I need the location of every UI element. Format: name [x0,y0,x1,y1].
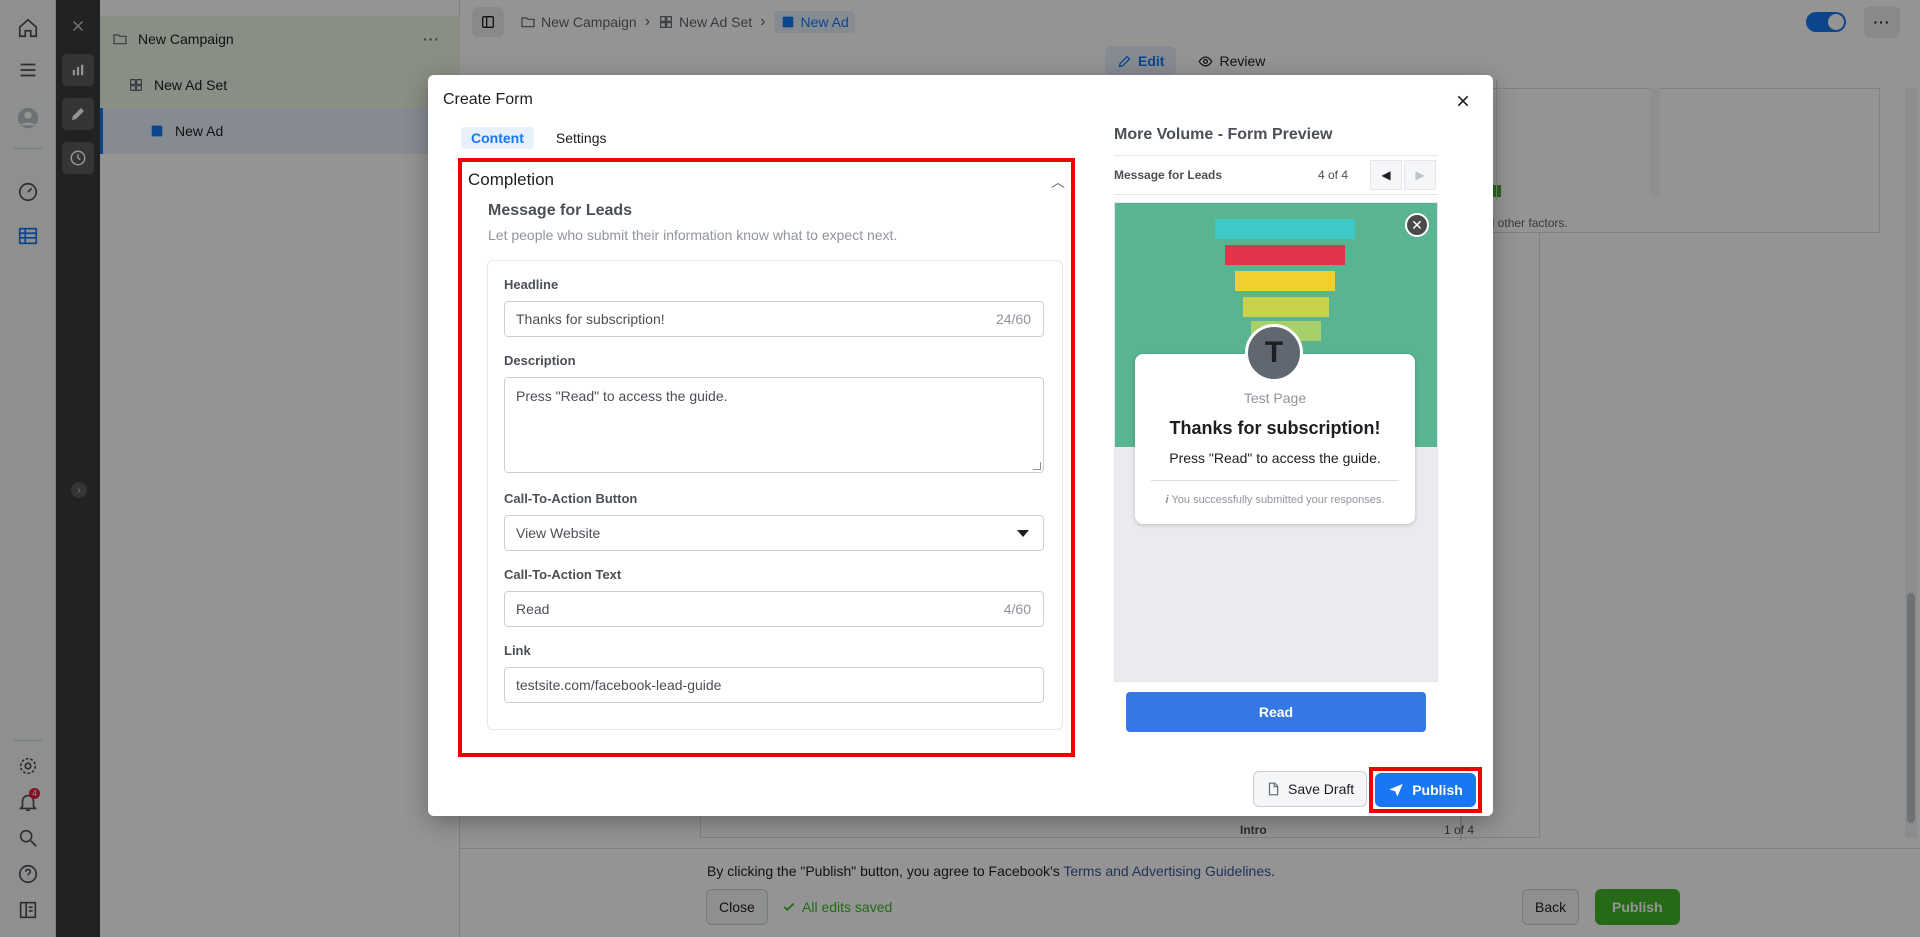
preview-step-count: 4 of 4 [1318,168,1349,182]
description-value: Press "Read" to access the guide. [516,388,728,404]
preview-stepper: Message for Leads 4 of 4 ◀ ▶ [1114,155,1438,195]
send-icon [1389,784,1403,797]
preview-read-button[interactable]: Read [1126,692,1426,732]
divider [1151,480,1399,481]
close-icon[interactable] [1451,89,1475,113]
publish-highlight: Publish [1369,767,1482,813]
resize-handle[interactable] [1033,462,1041,470]
save-draft-button[interactable]: Save Draft [1253,771,1368,807]
document-icon [1268,782,1279,796]
message-title: Message for Leads [488,202,633,219]
page-avatar: T [1245,324,1303,382]
tab-settings[interactable]: Settings [546,127,617,149]
preview-note: i You successfully submitted your respon… [1135,494,1415,506]
funnel-bar [1235,271,1335,291]
preview-frame: ✕ T Test Page Thanks for subscription! P… [1114,202,1438,682]
previous-icon[interactable]: ◀ [1370,160,1402,190]
tab-content[interactable]: Content [461,127,534,149]
close-icon[interactable]: ✕ [1405,213,1429,237]
cta-text-counter: 4/60 [1003,601,1031,617]
preview-headline: Thanks for subscription! [1169,418,1381,438]
chevron-up-icon[interactable]: ︿ [1051,172,1065,192]
caret-down-icon [1017,529,1029,537]
description-textarea[interactable]: Press "Read" to access the guide. [504,377,1044,473]
save-draft-label: Save Draft [1288,781,1355,797]
headline-value: Thanks for subscription! [516,311,665,327]
cta-text-input[interactable]: Read 4/60 [504,591,1044,627]
section-title: Completion [468,170,554,189]
info-icon: i [1165,494,1169,506]
cta-button-select[interactable]: View Website [504,515,1044,551]
next-icon[interactable]: ▶ [1404,160,1436,190]
message-description: Let people who submit their information … [488,227,898,243]
cta-button-label: Call-To-Action Button [504,491,638,506]
description-label: Description [504,353,576,368]
completion-section: Completion ︿ Message for Leads Let peopl… [458,158,1075,757]
preview-page-name: Test Page [1243,390,1307,406]
funnel-bar [1243,297,1329,317]
cta-text-value: Read [516,601,550,617]
funnel-bar [1225,245,1345,265]
cta-text-label: Call-To-Action Text [504,567,622,582]
link-input[interactable]: testsite.com/facebook-lead-guide [504,667,1044,703]
link-value: testsite.com/facebook-lead-guide [516,677,722,693]
publish-label: Publish [1412,782,1463,798]
preview-title: More Volume - Form Preview [1114,126,1333,143]
modal-title: Create Form [443,91,533,108]
preview-step-label: Message for Leads [1114,168,1223,182]
preview-description: Press "Read" to access the guide. [1169,450,1381,466]
cta-button-value: View Website [516,525,601,541]
modal-publish-button[interactable]: Publish [1375,773,1476,807]
message-card: Headline Thanks for subscription! 24/60 … [487,260,1063,730]
preview-note-text: You successfully submitted your response… [1171,494,1385,506]
funnel-bar [1215,219,1355,239]
headline-label: Headline [504,277,559,292]
headline-input[interactable]: Thanks for subscription! 24/60 [504,301,1044,337]
form-tabs: Content Settings [461,127,616,149]
create-form-modal: Create Form Content Settings Completion … [428,75,1493,816]
preview-card: T Test Page Thanks for subscription! Pre… [1135,324,1415,524]
link-label: Link [504,643,531,658]
headline-counter: 24/60 [995,311,1031,327]
